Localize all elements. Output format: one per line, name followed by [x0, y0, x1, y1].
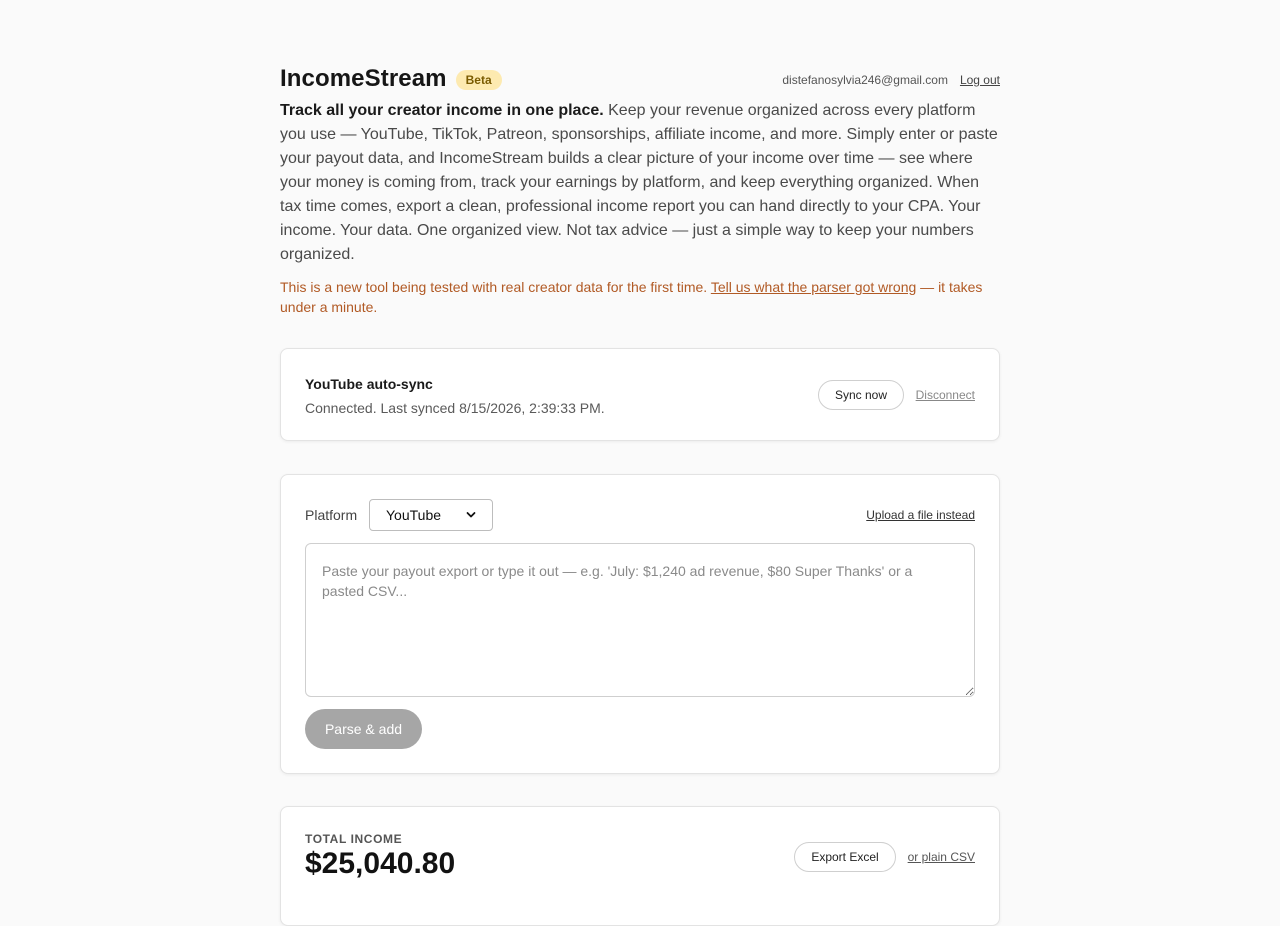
- platform-selected-value: YouTube: [386, 507, 442, 523]
- brand: IncomeStream Beta: [280, 65, 502, 93]
- total-income-card: TOTAL INCOME $25,040.80 Export Excel or …: [280, 806, 1000, 926]
- platform-label: Platform: [305, 507, 358, 523]
- page-header: IncomeStream Beta distefanosylvia246@gma…: [280, 65, 1000, 95]
- feedback-link[interactable]: Tell us what the parser got wrong: [711, 279, 916, 295]
- chevron-down-icon: [466, 512, 476, 518]
- sync-now-button[interactable]: Sync now: [818, 380, 904, 410]
- notice-text-before: This is a new tool being tested with rea…: [280, 279, 711, 295]
- upload-file-link[interactable]: Upload a file instead: [866, 508, 975, 522]
- user-email: distefanosylvia246@gmail.com: [782, 73, 948, 87]
- payout-textarea[interactable]: [305, 543, 975, 697]
- parse-add-button[interactable]: Parse & add: [305, 709, 422, 749]
- paste-income-card: Platform YouTube Upload a file instead P…: [280, 474, 1000, 774]
- account-area: distefanosylvia246@gmail.com Log out: [782, 73, 1000, 87]
- export-excel-button[interactable]: Export Excel: [794, 842, 896, 872]
- platform-select[interactable]: YouTube: [369, 499, 493, 531]
- intro-body: Keep your revenue organized across every…: [280, 102, 998, 263]
- disconnect-link[interactable]: Disconnect: [916, 388, 975, 402]
- beta-badge: Beta: [455, 69, 502, 90]
- logout-link[interactable]: Log out: [960, 73, 1000, 87]
- beta-notice: This is a new tool being tested with rea…: [280, 277, 1000, 317]
- total-income-value: $25,040.80: [305, 847, 456, 880]
- sync-status: Connected. Last synced 8/15/2026, 2:39:3…: [305, 400, 605, 416]
- app-title: IncomeStream: [280, 65, 447, 92]
- total-income-label: TOTAL INCOME: [305, 832, 403, 846]
- export-csv-link[interactable]: or plain CSV: [908, 850, 975, 864]
- intro-lead: Track all your creator income in one pla…: [280, 102, 604, 119]
- intro-text: Track all your creator income in one pla…: [280, 99, 1000, 267]
- youtube-sync-card: YouTube auto-sync Connected. Last synced…: [280, 348, 1000, 441]
- sync-title: YouTube auto-sync: [305, 376, 433, 392]
